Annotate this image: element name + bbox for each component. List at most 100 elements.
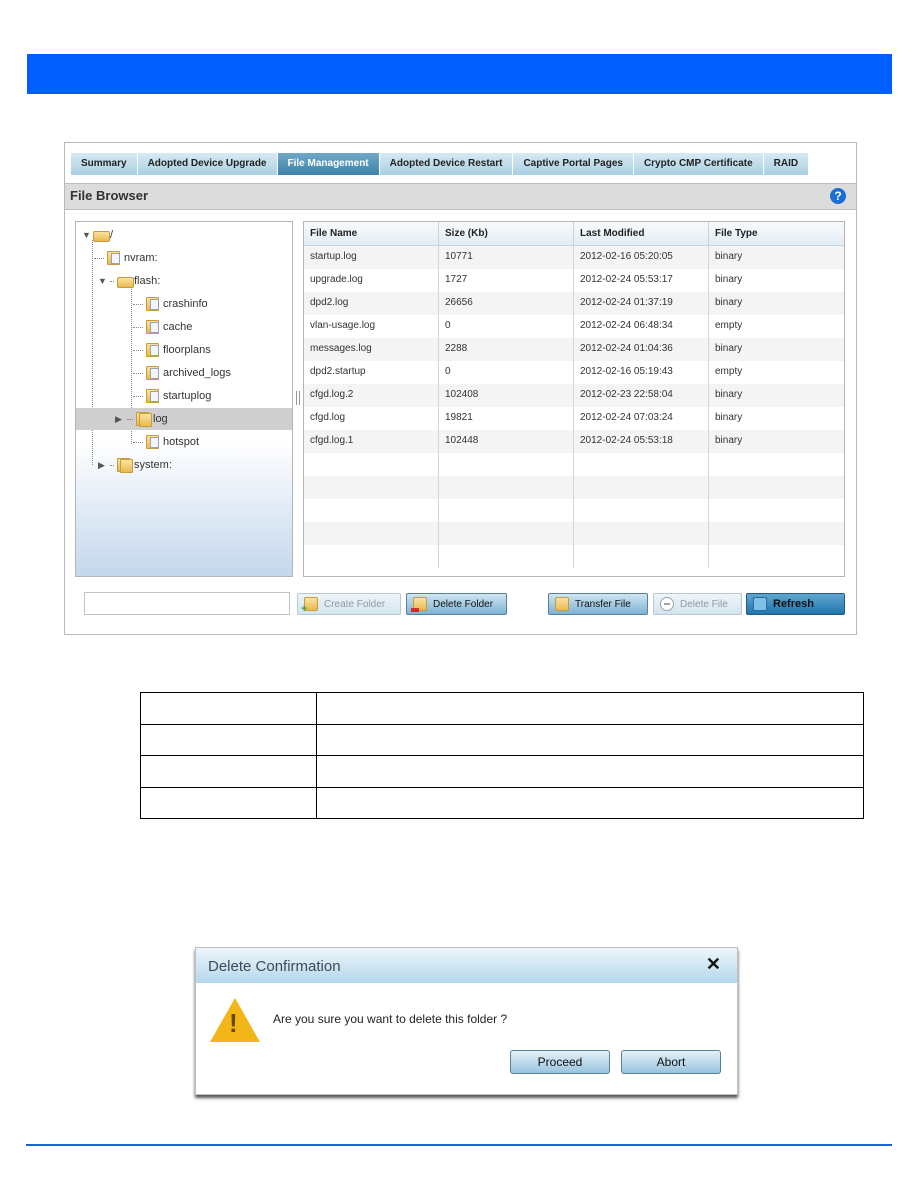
button-label: Delete File bbox=[680, 598, 728, 610]
cell-last-modified: 2012-02-24 05:53:17 bbox=[574, 269, 709, 292]
table-row[interactable]: startup.log 10771 2012-02-16 05:20:05 binar… bbox=[304, 246, 844, 269]
tab-summary[interactable]: Summary bbox=[71, 153, 138, 175]
tab-file-management[interactable]: File Management bbox=[277, 153, 380, 175]
tree-node-crashinfo[interactable]: crashinfo bbox=[131, 293, 208, 315]
table-row[interactable]: upgrade.log 1727 2012-02-24 05:53:17 binary bbox=[304, 269, 844, 292]
table-row[interactable]: cfgd.log.2 102408 2012-02-23 22:58:04 binar… bbox=[304, 384, 844, 407]
column-header-file-name[interactable]: File Name bbox=[304, 222, 439, 245]
tree-node-startuplog[interactable]: startuplog bbox=[131, 385, 211, 407]
pane-splitter-handle[interactable] bbox=[296, 391, 300, 405]
tree-node-label: system: bbox=[134, 459, 172, 471]
tab-adopted-device-restart[interactable]: Adopted Device Restart bbox=[379, 153, 514, 175]
expanded-arrow-icon[interactable]: ▼ bbox=[82, 230, 92, 240]
tab-crypto-cmp-certificate[interactable]: Crypto CMP Certificate bbox=[633, 153, 764, 175]
close-icon[interactable]: ✕ bbox=[706, 954, 721, 975]
table-row[interactable]: messages.log 2288 2012-02-24 01:04:36 binar… bbox=[304, 338, 844, 361]
file-browser-header: File Browser ? bbox=[65, 183, 856, 210]
cell-size bbox=[439, 499, 574, 522]
table-row[interactable]: dpd2.log 26656 2012-02-24 01:37:19 binary bbox=[304, 292, 844, 315]
collapsed-arrow-icon[interactable]: ▶ bbox=[115, 414, 125, 425]
tree-node-label: archived_logs bbox=[163, 367, 231, 379]
transfer-file-icon bbox=[555, 597, 569, 611]
table-row[interactable]: dpd2.startup 0 2012-02-16 05:19:43 empty bbox=[304, 361, 844, 384]
cell-last-modified bbox=[574, 499, 709, 522]
button-label: Refresh bbox=[773, 598, 814, 610]
cell-file-type: binary bbox=[715, 251, 743, 262]
delete-folder-button[interactable]: Delete Folder bbox=[406, 593, 507, 615]
cell-file-type: empty bbox=[715, 320, 743, 331]
folder-doc-icon bbox=[145, 435, 161, 449]
tab-captive-portal-pages[interactable]: Captive Portal Pages bbox=[513, 153, 634, 175]
tab-adopted-device-upgrade[interactable]: Adopted Device Upgrade bbox=[137, 153, 278, 175]
description-table bbox=[140, 692, 864, 819]
tree-node-label: hotspot bbox=[163, 436, 200, 448]
empty-row bbox=[304, 453, 844, 476]
tree-node-cache[interactable]: cache bbox=[131, 316, 192, 338]
button-label: Delete Folder bbox=[433, 598, 494, 610]
help-icon[interactable]: ? bbox=[830, 188, 846, 204]
cell-file-name: vlan-usage.log bbox=[304, 315, 439, 338]
proceed-button[interactable]: Proceed bbox=[510, 1050, 610, 1074]
transfer-file-button[interactable]: Transfer File bbox=[548, 593, 648, 615]
column-header-size[interactable]: Size (Kb) bbox=[439, 222, 574, 245]
empty-row bbox=[304, 522, 844, 545]
cell-file-type: binary bbox=[715, 435, 743, 446]
folder-doc-icon bbox=[145, 366, 161, 380]
cell-size: 0 bbox=[439, 315, 574, 338]
tree-node-system[interactable]: ▶ system: bbox=[98, 454, 172, 476]
minus-circle-icon bbox=[660, 597, 674, 611]
cell-file-name bbox=[304, 453, 439, 476]
delete-file-button[interactable]: Delete File bbox=[653, 593, 742, 615]
folder-name-input[interactable] bbox=[84, 592, 290, 615]
tree-node-archived-logs[interactable]: archived_logs bbox=[131, 362, 231, 384]
cell-file-name bbox=[304, 545, 439, 568]
folder-add-icon bbox=[301, 597, 318, 615]
cell-file-type bbox=[709, 476, 844, 499]
cell-file-name: upgrade.log bbox=[304, 269, 439, 292]
tab-raid[interactable]: RAID bbox=[763, 153, 810, 175]
cell-file-name bbox=[304, 499, 439, 522]
cell-file-type: empty bbox=[715, 366, 743, 377]
empty-row bbox=[304, 545, 844, 568]
table-row[interactable]: cfgd.log 19821 2012-02-24 07:03:24 binary bbox=[304, 407, 844, 430]
tree-node-floorplans[interactable]: floorplans bbox=[131, 339, 211, 361]
column-header-last-modified[interactable]: Last Modified bbox=[574, 222, 709, 245]
file-grid: File Name Size (Kb) Last Modified File T… bbox=[303, 221, 845, 577]
folder-open-icon bbox=[116, 274, 134, 288]
cell-last-modified bbox=[574, 476, 709, 499]
grid-header: File Name Size (Kb) Last Modified File T… bbox=[304, 222, 844, 246]
tree-node-label: / bbox=[110, 229, 114, 241]
button-label: Transfer File bbox=[575, 598, 631, 610]
delete-confirmation-dialog: Delete Confirmation ✕ ! Are you sure you… bbox=[195, 947, 738, 1095]
tree-node-root[interactable]: ▼ / bbox=[82, 224, 113, 246]
table-row[interactable]: cfgd.log.1 102448 2012-02-24 05:53:18 binar… bbox=[304, 430, 844, 453]
cell-last-modified: 2012-02-24 01:37:19 bbox=[574, 292, 709, 315]
folder-doc-icon bbox=[145, 389, 161, 403]
tree-node-hotspot[interactable]: hotspot bbox=[131, 431, 199, 453]
cell-size: 26656 bbox=[439, 292, 574, 315]
abort-button[interactable]: Abort bbox=[621, 1050, 721, 1074]
button-label: Create Folder bbox=[324, 598, 386, 610]
cell-file-type bbox=[709, 453, 844, 476]
table-row[interactable]: vlan-usage.log 0 2012-02-24 06:48:34 empty bbox=[304, 315, 844, 338]
tree-node-label: log bbox=[153, 413, 168, 425]
tree-node-label: flash: bbox=[134, 275, 161, 287]
refresh-button[interactable]: Refresh bbox=[746, 593, 845, 615]
table-row bbox=[140, 755, 864, 788]
tree-node-log[interactable]: ▶ log bbox=[76, 408, 292, 430]
tree-node-flash[interactable]: ▼ flash: bbox=[98, 270, 160, 292]
tree-node-nvram[interactable]: nvram: bbox=[92, 247, 158, 269]
dialog-message: Are you sure you want to delete this fol… bbox=[273, 1012, 508, 1026]
expanded-arrow-icon[interactable]: ▼ bbox=[98, 276, 108, 286]
cell-size: 0 bbox=[439, 361, 574, 384]
tree-node-label: crashinfo bbox=[163, 298, 208, 310]
cell-last-modified: 2012-02-24 01:04:36 bbox=[574, 338, 709, 361]
cell-file-type: binary bbox=[715, 412, 743, 423]
create-folder-button[interactable]: Create Folder bbox=[297, 593, 401, 615]
collapsed-arrow-icon[interactable]: ▶ bbox=[98, 460, 108, 471]
cell-file-name: dpd2.startup bbox=[304, 361, 439, 384]
cell-file-name: cfgd.log.1 bbox=[304, 430, 439, 453]
column-header-file-type[interactable]: File Type bbox=[709, 222, 844, 245]
cell-file-name: startup.log bbox=[304, 246, 439, 269]
refresh-icon bbox=[753, 597, 767, 611]
